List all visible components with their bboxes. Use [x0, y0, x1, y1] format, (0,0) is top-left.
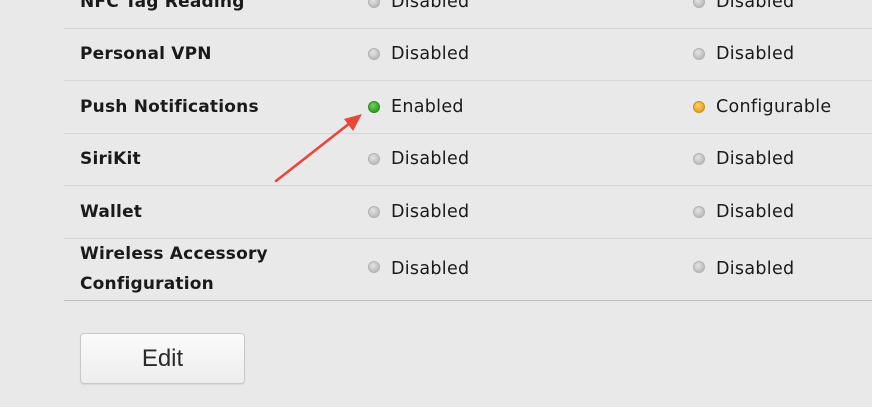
status-label: Disabled	[716, 44, 795, 65]
status-label: Disabled	[716, 201, 795, 222]
status-label: Disabled	[391, 259, 470, 279]
table-row: Wallet Disabled Disabled	[64, 186, 872, 239]
table-row: SiriKit Disabled Disabled	[64, 134, 872, 186]
status-label: Disabled	[716, 0, 795, 12]
capability-name: Wallet	[80, 201, 143, 222]
table-row: Personal VPN Disabled Disabled	[64, 29, 872, 81]
gray-dot-icon	[693, 48, 705, 61]
gray-dot-icon	[368, 153, 380, 166]
status-label: Enabled	[391, 96, 464, 117]
gray-dot-icon	[368, 0, 380, 8]
distribution-status: Disabled	[693, 149, 794, 169]
table-row: Push Notifications Enabled Configurable	[64, 81, 872, 134]
development-status: Disabled	[368, 44, 469, 64]
capabilities-page: NFC Tag Reading Disabled Disabled Person…	[0, 0, 872, 407]
status-label: Disabled	[716, 259, 795, 279]
gray-dot-icon	[693, 153, 705, 166]
distribution-status: Disabled	[693, 44, 794, 64]
capabilities-table: NFC Tag Reading Disabled Disabled Person…	[64, 0, 872, 301]
yellow-dot-icon	[693, 100, 705, 113]
status-label: Configurable	[716, 96, 832, 117]
gray-dot-icon	[368, 261, 380, 273]
status-label: Disabled	[391, 44, 470, 65]
table-row: Wireless Accessory Configuration Disable…	[64, 239, 872, 301]
status-label: Disabled	[716, 149, 795, 170]
development-status: Disabled	[368, 202, 469, 222]
gray-dot-icon	[693, 0, 705, 8]
gray-dot-icon	[693, 205, 705, 218]
development-status: Enabled	[368, 97, 464, 117]
capability-name: Personal VPN	[80, 44, 212, 65]
gray-dot-icon	[693, 261, 705, 273]
status-label: Disabled	[391, 0, 470, 12]
gray-dot-icon	[368, 48, 380, 61]
development-status: Disabled	[368, 0, 469, 12]
capability-name: Push Notifications	[80, 96, 259, 117]
gray-dot-icon	[368, 205, 380, 218]
development-status: Disabled	[368, 149, 469, 169]
edit-button[interactable]: Edit	[80, 333, 245, 384]
distribution-status: Disabled	[693, 0, 794, 12]
distribution-status: Disabled	[693, 259, 794, 279]
capability-name: Wireless Accessory Configuration	[80, 244, 268, 294]
distribution-status: Disabled	[693, 202, 794, 222]
distribution-status: Configurable	[693, 97, 832, 117]
green-dot-icon	[368, 100, 380, 113]
development-status: Disabled	[368, 259, 469, 279]
status-label: Disabled	[391, 201, 470, 222]
capability-name: SiriKit	[80, 149, 141, 170]
status-label: Disabled	[391, 149, 470, 170]
capability-name: NFC Tag Reading	[80, 0, 245, 12]
table-row: NFC Tag Reading Disabled Disabled	[64, 0, 872, 29]
